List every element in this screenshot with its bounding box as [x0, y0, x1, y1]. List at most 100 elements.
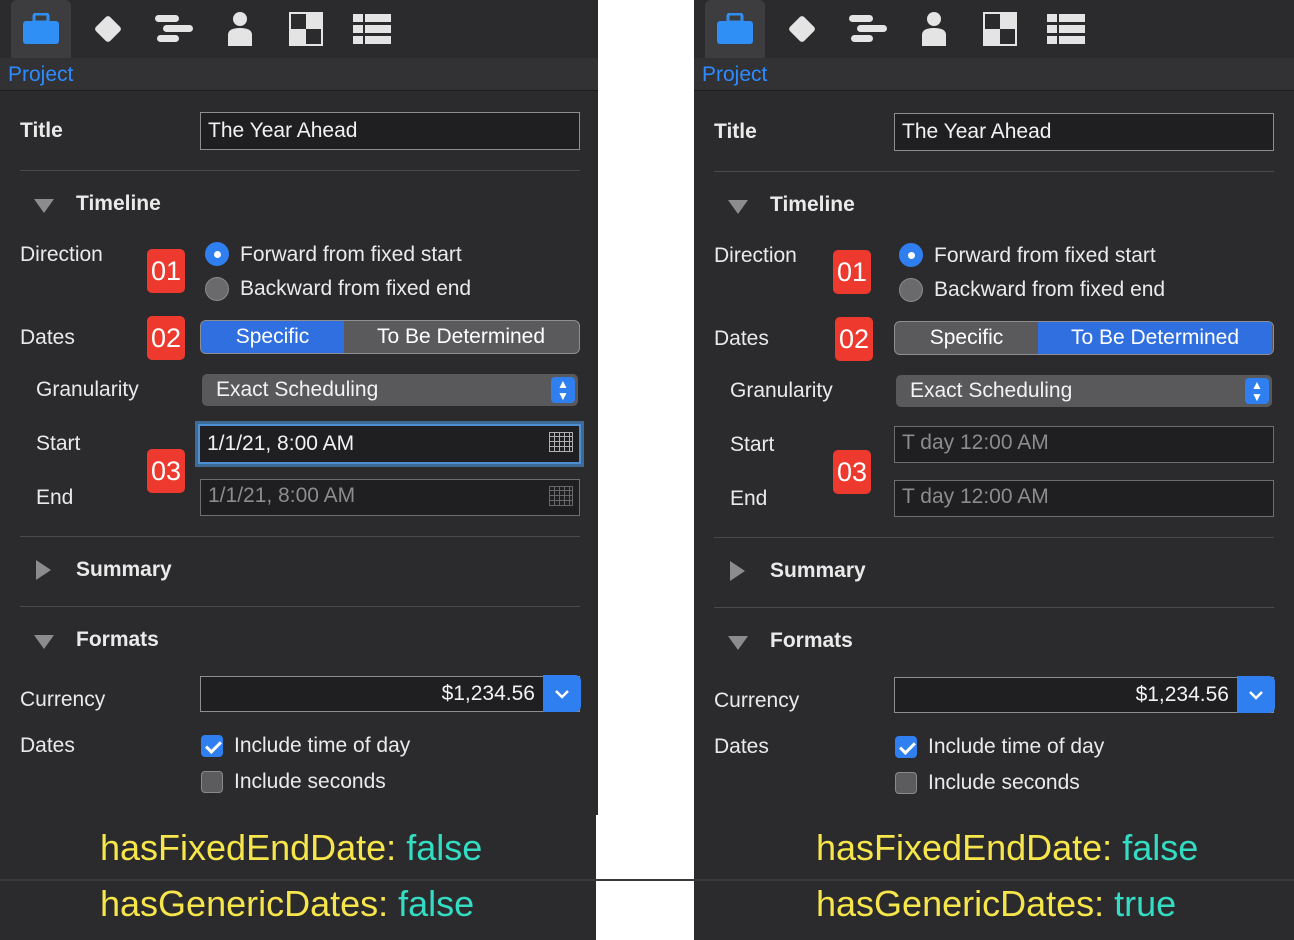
include-time-label[interactable]: Include time of day [928, 735, 1104, 759]
include-seconds-label[interactable]: Include seconds [234, 770, 386, 794]
status-value: false [406, 827, 483, 868]
currency-label: Currency [20, 688, 106, 711]
dates-format-label: Dates [714, 735, 769, 758]
end-label: End [36, 486, 74, 509]
include-time-label[interactable]: Include time of day [234, 734, 410, 758]
status-bar-right: hasFixedEndDate: false hasGenericDates: … [694, 815, 1294, 940]
end-date-field[interactable]: 1/1/21, 8:00 AM [200, 479, 580, 516]
end-date-field[interactable]: T day 12:00 AM [894, 480, 1274, 517]
callout-badge-03: 03 [147, 449, 185, 493]
include-seconds-label[interactable]: Include seconds [928, 771, 1080, 795]
chevron-updown-icon: ▲ ▼ [551, 377, 575, 403]
status-key: hasFixedEndDate: [816, 827, 1113, 868]
formats-heading: Formats [770, 629, 853, 652]
callout-badge-03: 03 [833, 450, 871, 494]
granularity-label: Granularity [730, 379, 833, 402]
segment-specific[interactable]: Specific [895, 322, 1038, 354]
currency-combo[interactable]: $1,234.56 [894, 676, 1275, 713]
start-label: Start [730, 433, 775, 456]
gantt-icon[interactable] [144, 0, 204, 58]
radio-forward-label[interactable]: Forward from fixed start [240, 243, 462, 267]
title-field[interactable]: The Year Ahead [894, 113, 1274, 151]
disclosure-triangle-open-icon[interactable] [728, 636, 748, 650]
end-label: End [730, 487, 768, 510]
divider [0, 879, 1294, 881]
include-seconds-checkbox[interactable] [201, 771, 223, 793]
title-field[interactable]: The Year Ahead [200, 112, 580, 150]
callout-badge-02: 02 [835, 317, 873, 361]
start-date-field[interactable]: 1/1/21, 8:00 AM [198, 424, 581, 464]
breadcrumb-project[interactable]: Project [702, 63, 767, 87]
radio-backward[interactable] [205, 277, 229, 301]
status-has-generic-dates: hasGenericDates: false [100, 883, 474, 925]
summary-heading: Summary [76, 558, 172, 581]
calendar-icon[interactable] [549, 486, 573, 506]
radio-backward-label[interactable]: Backward from fixed end [240, 277, 471, 301]
diamond-icon[interactable] [78, 0, 138, 58]
table-icon[interactable] [1036, 0, 1096, 58]
dates-label: Dates [714, 327, 769, 350]
chevron-down-icon[interactable] [543, 675, 581, 712]
gantt-icon[interactable] [838, 0, 898, 58]
checkerboard-icon[interactable] [970, 0, 1030, 58]
person-icon[interactable] [904, 0, 964, 58]
diamond-icon[interactable] [772, 0, 832, 58]
include-time-checkbox[interactable] [201, 735, 223, 757]
segment-to-be-determined[interactable]: To Be Determined [344, 321, 578, 353]
granularity-value: Exact Scheduling [910, 379, 1073, 402]
segment-specific[interactable]: Specific [201, 321, 344, 353]
disclosure-triangle-open-icon[interactable] [34, 199, 54, 213]
formats-heading: Formats [76, 628, 159, 651]
include-time-checkbox[interactable] [895, 736, 917, 758]
calendar-icon[interactable] [549, 432, 573, 452]
status-value: false [398, 883, 475, 924]
radio-forward[interactable] [899, 243, 923, 267]
status-has-fixed-end-date: hasFixedEndDate: false [100, 827, 482, 869]
granularity-popup[interactable]: Exact Scheduling ▲ ▼ [896, 375, 1272, 407]
breadcrumb: Project [0, 58, 598, 91]
segment-to-be-determined[interactable]: To Be Determined [1038, 322, 1272, 354]
divider [20, 170, 580, 171]
disclosure-triangle-open-icon[interactable] [34, 635, 54, 649]
callout-badge-01: 01 [833, 250, 871, 294]
status-has-generic-dates: hasGenericDates: true [816, 883, 1176, 925]
checkerboard-icon[interactable] [276, 0, 336, 58]
radio-forward[interactable] [205, 242, 229, 266]
disclosure-triangle-closed-icon[interactable] [36, 560, 51, 580]
currency-combo[interactable]: $1,234.56 [200, 675, 581, 712]
status-key: hasGenericDates: [100, 883, 389, 924]
radio-forward-label[interactable]: Forward from fixed start [934, 244, 1156, 268]
direction-label: Direction [714, 244, 797, 267]
disclosure-triangle-open-icon[interactable] [728, 200, 748, 214]
radio-backward-label[interactable]: Backward from fixed end [934, 278, 1165, 302]
chevron-down-icon[interactable] [1237, 676, 1275, 713]
title-label: Title [714, 120, 757, 143]
granularity-popup[interactable]: Exact Scheduling ▲ ▼ [202, 374, 578, 406]
title-label: Title [20, 119, 63, 142]
briefcase-icon[interactable] [705, 0, 765, 58]
end-date-value: 1/1/21, 8:00 AM [208, 484, 356, 507]
direction-label: Direction [20, 243, 103, 266]
dates-segmented-control[interactable]: Specific To Be Determined [894, 321, 1274, 355]
dates-segmented-control[interactable]: Specific To Be Determined [200, 320, 580, 354]
breadcrumb-project[interactable]: Project [8, 63, 73, 87]
status-key: hasFixedEndDate: [100, 827, 397, 868]
granularity-label: Granularity [36, 378, 139, 401]
divider [20, 606, 580, 607]
currency-value: $1,234.56 [1135, 683, 1229, 706]
start-label: Start [36, 432, 81, 455]
start-date-field[interactable]: T day 12:00 AM [894, 426, 1274, 463]
status-value: true [1114, 883, 1177, 924]
status-has-fixed-end-date: hasFixedEndDate: false [816, 827, 1198, 869]
person-icon[interactable] [210, 0, 270, 58]
inspector-panel-right: Project Title The Year Ahead Timeline Di… [694, 0, 1294, 815]
callout-badge-01: 01 [147, 249, 185, 293]
inspector-toolbar [694, 0, 1294, 60]
disclosure-triangle-closed-icon[interactable] [730, 561, 745, 581]
timeline-heading: Timeline [76, 192, 161, 215]
briefcase-icon[interactable] [11, 0, 71, 58]
table-icon[interactable] [342, 0, 402, 58]
timeline-heading: Timeline [770, 193, 855, 216]
include-seconds-checkbox[interactable] [895, 772, 917, 794]
radio-backward[interactable] [899, 278, 923, 302]
